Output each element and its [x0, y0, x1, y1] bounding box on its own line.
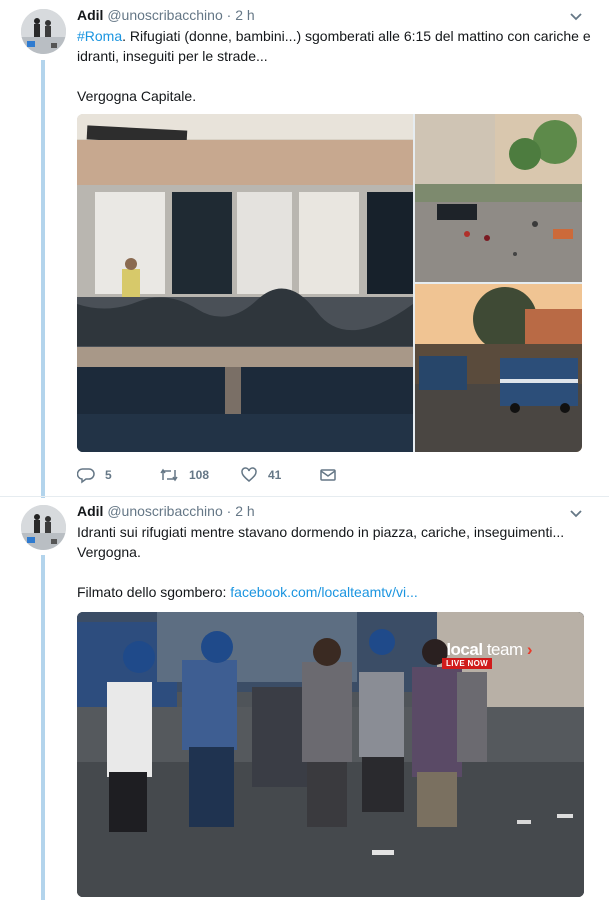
timestamp[interactable]: 2 h	[235, 7, 254, 23]
brand-bold: local	[446, 640, 483, 659]
reply-icon	[77, 468, 95, 484]
tweet-text: Idranti sui rifugiati mentre stavano dor…	[77, 522, 577, 602]
tweet-text: #Roma. Rifugiati (donne, bambini...) sgo…	[77, 26, 597, 106]
like-icon	[241, 467, 257, 482]
chevron-down-icon[interactable]	[569, 12, 583, 22]
tweet-body: Idranti sui rifugiati mentre stavano dor…	[77, 524, 565, 560]
like-button[interactable]: 41	[240, 465, 281, 485]
tweet-body: . Rifugiati (donne, bambini...) sgombera…	[77, 28, 591, 64]
message-icon	[320, 469, 336, 481]
video-brand-logo: local team ›	[446, 640, 532, 659]
reply-count: 5	[105, 468, 112, 482]
retweet-icon	[160, 468, 178, 482]
tweet[interactable]: Adil @unoscribacchino · 2 h #Roma. Rifug…	[0, 0, 609, 496]
user-handle[interactable]: @unoscribacchino	[107, 503, 222, 519]
user-handle[interactable]: @unoscribacchino	[107, 7, 222, 23]
tweet-actions: 5 108 41	[77, 465, 377, 485]
hashtag-link[interactable]: #Roma	[77, 28, 122, 44]
photo-police-vans[interactable]	[415, 284, 582, 452]
display-name[interactable]: Adil	[77, 7, 103, 23]
link-prefix: Filmato dello sgombero:	[77, 584, 231, 600]
external-link[interactable]: facebook.com/localteamtv/vi...	[230, 584, 418, 600]
video-player[interactable]: local team › LIVE NOW	[77, 612, 584, 897]
live-badge: LIVE NOW	[442, 658, 492, 669]
avatar[interactable]	[21, 505, 66, 550]
chevron-down-icon[interactable]	[569, 509, 583, 519]
photo-building[interactable]	[77, 114, 413, 452]
retweet-count: 108	[189, 468, 210, 482]
retweet-button[interactable]: 108	[159, 465, 209, 485]
tweet-header: Adil @unoscribacchino · 2 h	[77, 503, 255, 519]
tweet-body-line: Vergogna Capitale.	[77, 88, 197, 104]
brand-light: team	[486, 640, 523, 659]
tweet[interactable]: Adil @unoscribacchino · 2 h Idranti sui …	[0, 497, 609, 900]
separator: ·	[226, 7, 232, 23]
display-name[interactable]: Adil	[77, 503, 103, 519]
timestamp[interactable]: 2 h	[235, 503, 254, 519]
tweet-header: Adil @unoscribacchino · 2 h	[77, 7, 255, 23]
reply-button[interactable]: 5	[77, 465, 112, 485]
photo-grid	[77, 114, 582, 452]
photo-street-debris[interactable]	[415, 114, 582, 282]
separator: ·	[226, 503, 232, 519]
like-count: 41	[268, 468, 282, 482]
direct-message-button[interactable]	[319, 465, 347, 485]
avatar[interactable]	[21, 9, 66, 54]
